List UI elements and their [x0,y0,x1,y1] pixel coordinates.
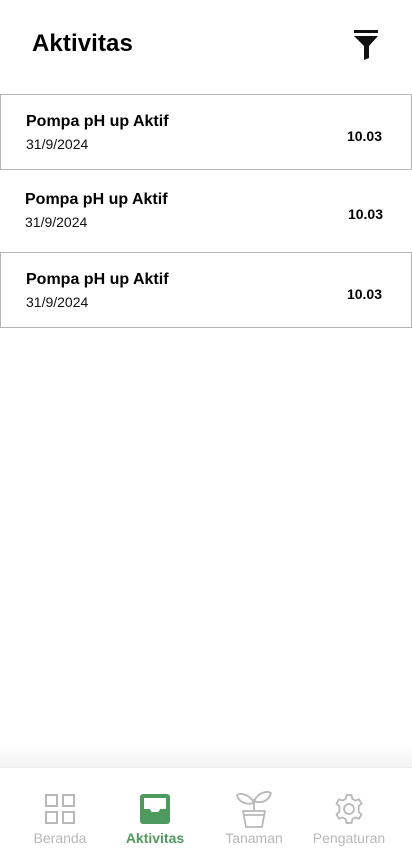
activity-time: 10.03 [346,286,382,302]
activity-title: Pompa pH up Aktif [26,271,169,288]
nav-label: Beranda [33,830,87,846]
nav-item-beranda[interactable]: Beranda [15,768,105,865]
nav-item-aktivitas[interactable]: Aktivitas [110,768,200,865]
activity-date: 31/9/2024 [26,294,89,310]
activity-time: 10.03 [347,206,383,222]
activity-list: Pompa pH up Aktif 31/9/2024 10.03 Pompa … [0,94,412,328]
nav-label: Aktivitas [125,830,185,846]
page-title: Aktivitas [32,30,133,57]
bottom-nav: Beranda Aktivitas Tanaman Pengaturan [0,767,412,865]
nav-item-pengaturan[interactable]: Pengaturan [304,768,394,865]
activity-card[interactable]: Pompa pH up Aktif 31/9/2024 10.03 [0,173,412,249]
activity-date: 31/9/2024 [25,214,88,230]
gear-icon [335,794,363,824]
activity-title: Pompa pH up Aktif [25,191,168,208]
activity-screen: Aktivitas Pompa pH up Aktif 31/9/2024 10… [0,0,412,865]
grid-icon [45,794,75,824]
inbox-icon [140,794,170,824]
activity-title: Pompa pH up Aktif [26,113,169,130]
activity-time: 10.03 [346,128,382,144]
nav-label: Tanaman [225,830,283,846]
activity-card[interactable]: Pompa pH up Aktif 31/9/2024 10.03 [0,252,412,328]
filter-button[interactable] [352,30,380,62]
nav-shadow [0,742,412,768]
header: Aktivitas [0,0,412,90]
activity-card[interactable]: Pompa pH up Aktif 31/9/2024 10.03 [0,94,412,170]
plant-icon [236,791,272,828]
nav-label: Pengaturan [312,830,386,846]
filter-icon [354,30,378,60]
nav-item-tanaman[interactable]: Tanaman [209,768,299,865]
activity-date: 31/9/2024 [26,136,89,152]
